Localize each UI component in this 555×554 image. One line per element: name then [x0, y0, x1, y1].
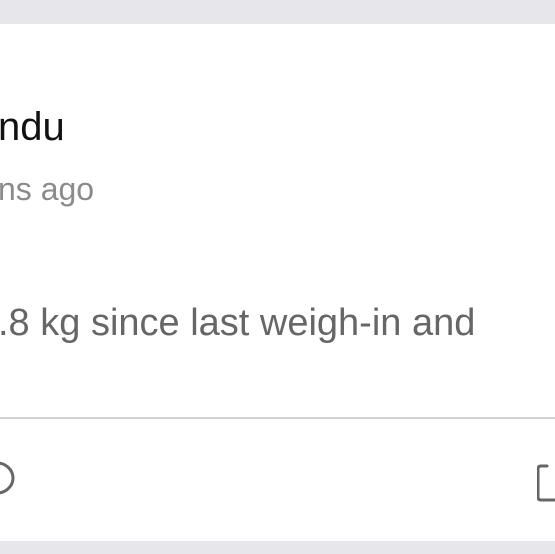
post-card[interactable]: ndu ns ago .8 kg since last weigh-in and [0, 24, 555, 541]
post-timestamp: ns ago [0, 171, 95, 207]
author-name: ndu [0, 105, 65, 149]
post-message: .8 kg since last weigh-in and [0, 302, 476, 344]
card-divider [0, 417, 555, 419]
feed-page: ndu ns ago .8 kg since last weigh-in and [0, 0, 555, 554]
comment-icon[interactable] [0, 460, 16, 498]
share-icon[interactable] [537, 458, 555, 502]
